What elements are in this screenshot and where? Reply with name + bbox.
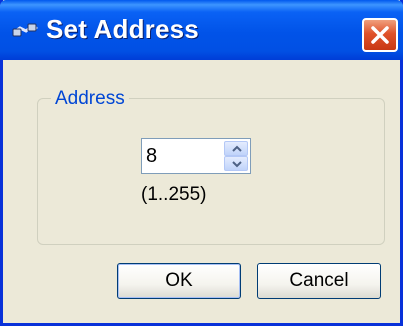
chevron-down-icon xyxy=(232,161,242,168)
set-address-dialog: Set Address Address (1..255) OK Cancel xyxy=(0,0,403,326)
close-button[interactable] xyxy=(362,18,398,52)
address-input[interactable] xyxy=(146,143,216,169)
address-range-hint: (1..255) xyxy=(141,184,207,205)
title-bar[interactable]: Set Address xyxy=(0,0,403,60)
address-spinbox xyxy=(141,138,251,174)
dialog-title: Set Address xyxy=(46,14,199,44)
address-group-label: Address xyxy=(51,88,129,110)
spin-down-button[interactable] xyxy=(224,156,248,171)
cancel-button[interactable]: Cancel xyxy=(257,263,381,299)
network-cable-icon xyxy=(12,20,38,40)
spin-buttons xyxy=(224,141,248,171)
ok-button[interactable]: OK xyxy=(117,263,241,299)
spin-up-button[interactable] xyxy=(224,141,248,156)
close-icon xyxy=(371,26,389,44)
chevron-up-icon xyxy=(232,145,242,152)
